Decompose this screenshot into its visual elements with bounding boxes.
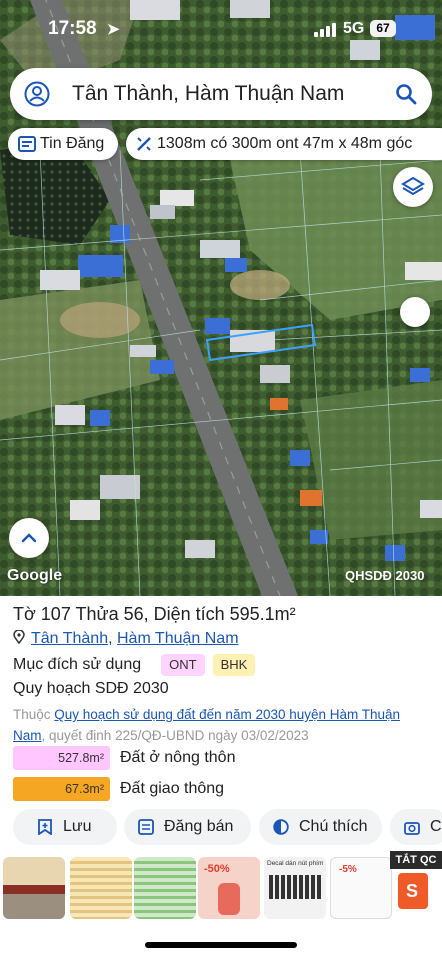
status-time: 17:58 [48,18,97,39]
ad-thumb-3[interactable] [134,857,196,919]
bookmark-add-icon [38,819,52,835]
ad-thumb-1[interactable] [3,857,65,919]
ad-discount-label: -50% [204,863,230,875]
save-button[interactable]: Lưu [13,809,117,845]
plan-decision: , quyết định 225/QĐ-UBND ngày 03/02/2023 [41,728,309,743]
purpose-label: Mục đích sử dụng [13,656,142,673]
location-arrow-icon: ➤ [107,21,120,38]
signal-icon [314,23,336,37]
capture-button[interactable]: Ch [390,809,442,845]
search-icon[interactable] [394,82,418,106]
area-row-traffic: 67.3m² Đất giao thông [13,777,224,801]
location-pin-icon [13,630,25,644]
measure-icon [137,137,151,151]
ad-thumb-2[interactable] [70,857,132,919]
shopee-logo[interactable]: S [398,873,428,909]
chevron-up-icon [21,533,37,543]
shopee-bag-icon: S [406,881,419,901]
sell-label: Đăng bán [164,818,234,835]
search-bar[interactable] [10,68,432,120]
ad-text: Decal dán nút phím [267,860,324,867]
home-indicator[interactable] [145,942,297,948]
plan-description: Thuộc Quy hoạch sử dụng đất đến năm 2030… [13,704,428,746]
layers-button[interactable] [393,167,433,207]
map-control-button[interactable] [400,297,430,327]
location-separator: , [108,630,117,647]
ad-banner[interactable]: -50% Decal dán nút phím -5% S TẮT QC [0,851,442,925]
area-label: Đất giao thông [120,780,225,797]
area-label: Đất ở nông thôn [120,749,236,766]
measure-chip-label: 1308m có 300m ont 47m x 48m góc [157,135,413,152]
legend-button[interactable]: Chú thích [259,809,382,845]
area-row-rural-residential: 527.8m² Đất ở nông thôn [13,746,235,770]
purpose-badge-bhk: BHK [212,654,256,676]
ad-keyboard-shape [269,875,321,899]
ad-discount-label: -5% [339,864,357,875]
battery-icon: 67 [370,20,396,37]
save-label: Lưu [63,818,92,835]
contrast-icon [273,819,289,835]
ad-thumb-4[interactable]: -50% [198,857,260,919]
user-icon[interactable] [24,81,50,107]
parcel-location: Tân Thành, Hàm Thuận Nam [13,630,239,648]
expand-button[interactable] [9,518,49,558]
post-for-sale-button[interactable]: Đăng bán [124,809,251,845]
commune-link[interactable]: Tân Thành [31,630,108,647]
map-layer-credit: QHSDĐ 2030 [345,568,425,583]
network-type: 5G [343,20,365,37]
purpose-badge-ont: ONT [161,654,205,676]
map-view[interactable]: 17:58 ➤ 5G 67 Tin Đăng [0,0,442,596]
area-value-bar: 527.8m² [13,746,110,770]
plan-prefix: Thuộc [13,707,55,722]
listing-icon [138,819,154,835]
land-purpose-row: Mục đích sử dụng ONT BHK [13,654,256,676]
status-bar: 17:58 ➤ 5G 67 [0,0,442,56]
google-logo: Google [7,567,63,584]
news-chip-label: Tin Đăng [40,135,105,152]
news-chip[interactable]: Tin Đăng [8,128,118,160]
area-value-bar: 67.3m² [13,777,110,801]
parcel-title: Tờ 107 Thửa 56, Diện tích 595.1m² [13,604,296,624]
plan-title: Quy hoạch SDĐ 2030 [13,680,169,697]
search-input[interactable] [72,82,372,106]
measure-chip[interactable]: 1308m có 300m ont 47m x 48m góc [126,128,442,160]
parcel-info-sheet: Tờ 107 Thửa 56, Diện tích 595.1m² Tân Th… [0,596,442,960]
legend-label: Chú thích [299,818,368,835]
layers-icon [401,176,425,196]
ad-thumb-5[interactable]: Decal dán nút phím [264,857,326,919]
news-icon [18,136,36,152]
ad-product-shape [218,883,240,915]
ad-thumb-6[interactable]: -5% [330,857,392,919]
close-ad-button[interactable]: TẮT QC [390,851,442,869]
district-link[interactable]: Hàm Thuận Nam [117,630,239,647]
capture-label: Ch [430,818,442,835]
camera-add-icon [404,822,420,835]
